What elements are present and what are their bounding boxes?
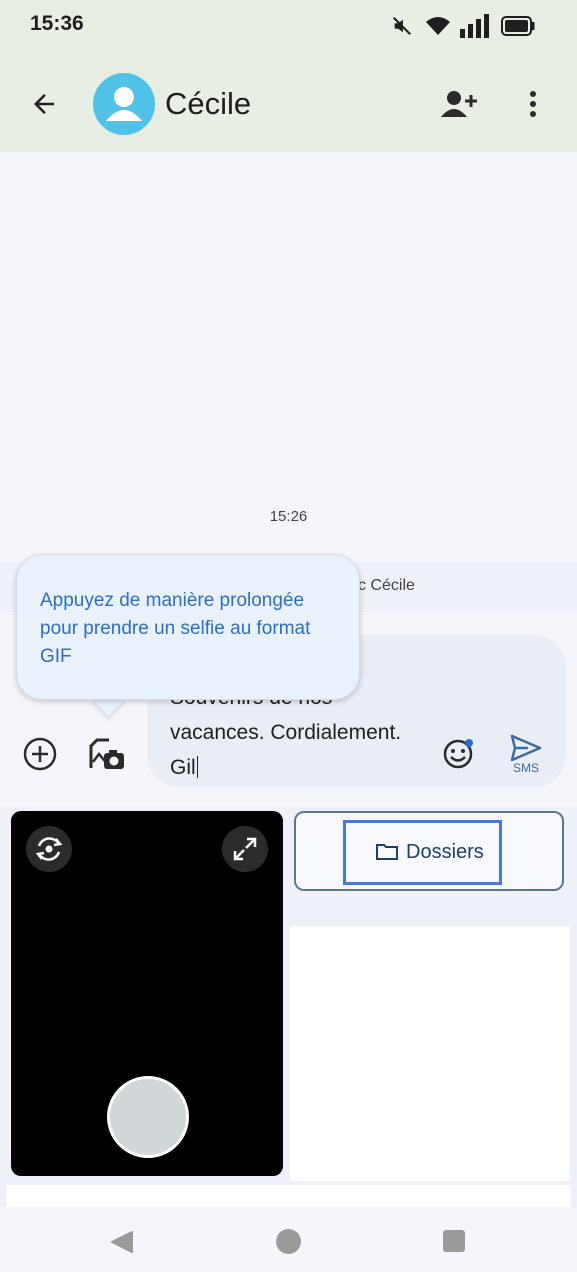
nav-back-icon[interactable] xyxy=(108,1228,136,1256)
emoji-icon[interactable] xyxy=(441,737,475,771)
more-vert-icon[interactable] xyxy=(518,86,548,122)
contact-name[interactable]: Cécile xyxy=(165,86,251,122)
signal-icon xyxy=(458,13,494,39)
text-caret xyxy=(196,756,199,778)
tooltip-text: Appuyez de manière prolongée pour prendr… xyxy=(40,590,311,667)
conversation-area xyxy=(0,152,577,612)
send-sms-label[interactable]: SMS xyxy=(506,761,546,775)
add-circle-icon[interactable] xyxy=(20,734,60,774)
back-arrow-icon[interactable] xyxy=(24,84,64,124)
message-timestamp: 15:26 xyxy=(269,508,308,525)
avatar-icon[interactable] xyxy=(93,73,155,135)
add-contact-icon[interactable] xyxy=(436,86,480,122)
conversation-info-text: c Cécile xyxy=(358,577,415,594)
mute-icon xyxy=(390,13,414,39)
wifi-icon xyxy=(423,13,453,39)
expand-icon[interactable] xyxy=(222,826,268,872)
battery-icon xyxy=(500,13,536,39)
nav-recents-icon[interactable] xyxy=(443,1230,465,1252)
gallery-row xyxy=(6,1185,571,1207)
nav-home-icon[interactable] xyxy=(276,1229,301,1254)
gif-camera-icon[interactable] xyxy=(86,734,128,774)
folders-label[interactable]: Dossiers xyxy=(406,841,484,864)
app-bar xyxy=(0,52,577,152)
status-time: 15:36 xyxy=(30,12,84,35)
switch-camera-icon[interactable] xyxy=(26,826,72,872)
shutter-icon[interactable] xyxy=(107,1076,189,1158)
gallery-grid[interactable] xyxy=(290,926,570,1181)
folder-icon xyxy=(375,840,399,864)
